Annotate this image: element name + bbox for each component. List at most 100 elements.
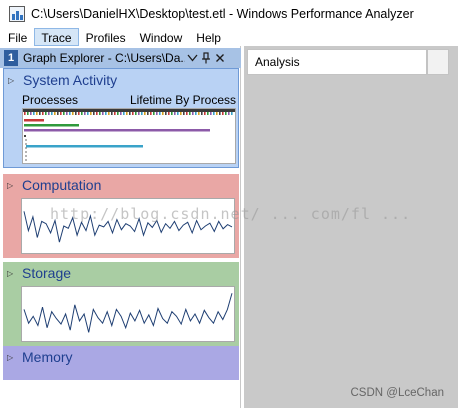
process-start-tick bbox=[108, 112, 110, 115]
process-start-tick bbox=[120, 112, 122, 115]
section-title: Memory bbox=[22, 349, 73, 365]
process-start-tick bbox=[114, 112, 116, 115]
menu-window[interactable]: Window bbox=[133, 28, 190, 46]
analysis-area: Analysis bbox=[244, 46, 458, 408]
section-header[interactable]: ▷ Computation bbox=[3, 174, 239, 196]
process-start-tick bbox=[129, 112, 131, 115]
process-start-tick bbox=[204, 112, 206, 115]
process-start-tick bbox=[231, 112, 233, 115]
process-start-tick bbox=[171, 112, 173, 115]
process-start-tick bbox=[96, 112, 98, 115]
storage-thumbnail[interactable] bbox=[21, 286, 235, 342]
process-start-tick bbox=[198, 112, 200, 115]
title-bar: C:\Users\DanielHX\Desktop\test.etl - Win… bbox=[0, 0, 458, 27]
process-start-tick bbox=[111, 112, 113, 115]
process-start-tick bbox=[138, 112, 140, 115]
process-start-tick bbox=[135, 112, 137, 115]
process-start-tick bbox=[186, 112, 188, 115]
tab-analysis[interactable]: Analysis bbox=[247, 49, 427, 75]
process-start-tick bbox=[165, 112, 167, 115]
process-start-tick bbox=[66, 112, 68, 115]
section-memory[interactable]: ▷ Memory bbox=[3, 346, 239, 380]
process-start-tick bbox=[51, 112, 53, 115]
lifetime-chart bbox=[23, 109, 235, 161]
process-start-tick bbox=[78, 112, 80, 115]
process-start-tick bbox=[222, 112, 224, 115]
disk-usage-sparkline bbox=[23, 293, 233, 333]
close-icon[interactable] bbox=[213, 50, 227, 66]
process-start-tick bbox=[159, 112, 161, 115]
section-title: Storage bbox=[22, 265, 72, 281]
process-bar bbox=[24, 119, 44, 122]
process-start-tick bbox=[132, 112, 134, 115]
process-start-tick bbox=[153, 112, 155, 115]
process-start-tick bbox=[195, 112, 197, 115]
graph-explorer-header: 1 Graph Explorer - C:\Users\Da... bbox=[0, 48, 241, 68]
process-lifetime-thumbnail[interactable] bbox=[22, 108, 236, 164]
process-start-tick bbox=[144, 112, 146, 115]
process-start-tick bbox=[150, 112, 152, 115]
section-system-activity[interactable]: ▷ System Activity Processes Lifetime By … bbox=[3, 68, 239, 168]
process-bar bbox=[24, 124, 79, 127]
process-start-tick bbox=[219, 112, 221, 115]
menu-help[interactable]: Help bbox=[189, 28, 228, 46]
process-start-tick bbox=[24, 112, 26, 115]
process-start-tick bbox=[207, 112, 209, 115]
process-start-tick bbox=[63, 112, 65, 115]
menu-file[interactable]: File bbox=[0, 28, 34, 46]
process-start-tick bbox=[90, 112, 92, 115]
menu-profiles[interactable]: Profiles bbox=[79, 28, 133, 46]
process-start-tick bbox=[84, 112, 86, 115]
menu-trace[interactable]: Trace bbox=[34, 27, 79, 46]
graph-explorer-title: Graph Explorer - C:\Users\Da... bbox=[23, 51, 185, 65]
process-start-tick bbox=[126, 112, 128, 115]
blog-watermark: http://blog.csdn.net/ ... com/fl ... bbox=[50, 205, 412, 223]
process-start-tick bbox=[69, 112, 71, 115]
expand-arrow-icon[interactable]: ▷ bbox=[7, 181, 17, 190]
process-start-tick bbox=[174, 112, 176, 115]
process-start-tick bbox=[33, 112, 35, 115]
expand-arrow-icon[interactable]: ▷ bbox=[7, 353, 17, 362]
process-start-tick bbox=[180, 112, 182, 115]
process-start-tick bbox=[99, 112, 101, 115]
process-start-tick bbox=[117, 112, 119, 115]
window-title: C:\Users\DanielHX\Desktop\test.etl - Win… bbox=[31, 6, 414, 21]
process-start-tick bbox=[213, 112, 215, 115]
process-start-tick bbox=[48, 112, 50, 115]
disk-usage-line bbox=[23, 293, 233, 333]
section-header[interactable]: ▷ System Activity bbox=[4, 69, 240, 91]
pane-number-badge: 1 bbox=[4, 50, 18, 66]
dropdown-icon[interactable] bbox=[185, 50, 199, 66]
process-start-tick bbox=[54, 112, 56, 115]
graph-preset-label: Lifetime By Process bbox=[129, 93, 236, 107]
process-start-tick bbox=[102, 112, 104, 115]
process-start-tick bbox=[189, 112, 191, 115]
process-start-tick bbox=[168, 112, 170, 115]
process-start-tick bbox=[81, 112, 83, 115]
section-title: Computation bbox=[22, 177, 102, 193]
section-header[interactable]: ▷ Storage bbox=[3, 262, 239, 284]
process-start-tick bbox=[45, 112, 47, 115]
process-start-tick bbox=[201, 112, 203, 115]
performance-analyzer-icon bbox=[9, 5, 25, 22]
new-tab-button[interactable] bbox=[427, 49, 449, 75]
process-start-tick bbox=[87, 112, 89, 115]
process-start-tick bbox=[216, 112, 218, 115]
process-start-tick bbox=[36, 112, 38, 115]
process-start-tick bbox=[156, 112, 158, 115]
process-start-tick bbox=[177, 112, 179, 115]
process-bar bbox=[26, 145, 143, 148]
process-start-tick bbox=[183, 112, 185, 115]
process-start-tick bbox=[147, 112, 149, 115]
section-header[interactable]: ▷ Memory bbox=[3, 346, 239, 368]
pin-icon[interactable] bbox=[199, 50, 213, 66]
process-start-tick bbox=[57, 112, 59, 115]
section-storage[interactable]: ▷ Storage bbox=[3, 262, 239, 348]
graph-series-label: Processes bbox=[22, 93, 79, 107]
process-start-tick bbox=[72, 112, 74, 115]
expand-arrow-icon[interactable]: ▷ bbox=[8, 76, 18, 85]
process-start-tick bbox=[192, 112, 194, 115]
process-start-tick bbox=[75, 112, 77, 115]
process-start-tick bbox=[162, 112, 164, 115]
expand-arrow-icon[interactable]: ▷ bbox=[7, 269, 17, 278]
